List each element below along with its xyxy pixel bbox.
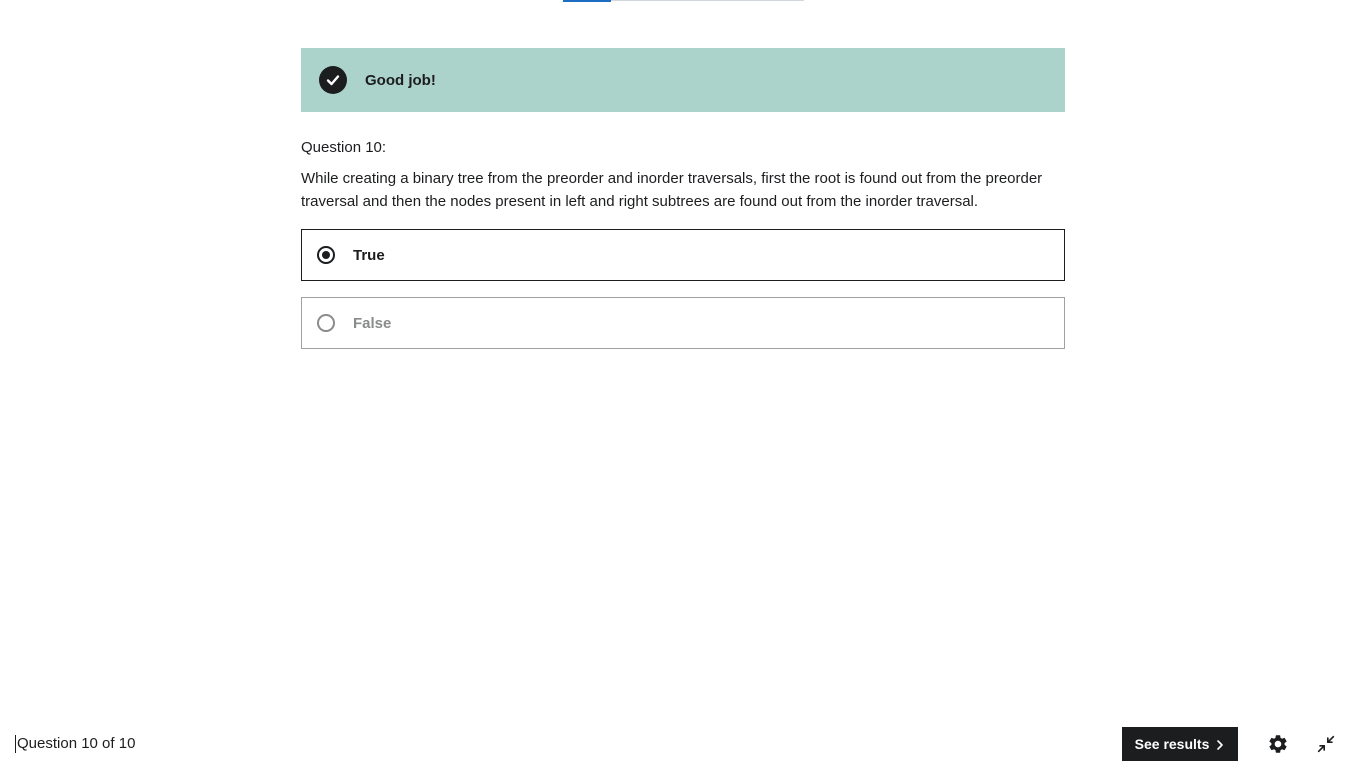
- check-circle-icon: [319, 66, 347, 94]
- see-results-button[interactable]: See results: [1122, 727, 1238, 761]
- progress-fill: [563, 0, 612, 2]
- answer-label: False: [353, 314, 392, 332]
- see-results-label: See results: [1134, 736, 1210, 752]
- answer-list: True False: [301, 229, 1065, 349]
- gear-icon[interactable]: [1266, 732, 1290, 756]
- radio-unselected-icon[interactable]: [317, 314, 335, 332]
- feedback-message: Good job!: [365, 71, 436, 89]
- quiz-page: Good job! Question 10: While creating a …: [0, 0, 1366, 768]
- answer-option-false[interactable]: False: [301, 297, 1065, 349]
- question-counter: Question 10 of 10: [15, 735, 136, 753]
- question-number: Question 10:: [301, 139, 387, 156]
- collapse-icon[interactable]: [1314, 732, 1338, 756]
- chevron-right-icon: [1215, 738, 1225, 750]
- answer-label: True: [353, 246, 385, 264]
- answer-option-true[interactable]: True: [301, 229, 1065, 281]
- radio-selected-icon[interactable]: [317, 246, 335, 264]
- quiz-content: Good job! Question 10: While creating a …: [301, 48, 1065, 365]
- question-text: While creating a binary tree from the pr…: [301, 170, 1043, 210]
- feedback-banner: Good job!: [301, 48, 1065, 112]
- progress-track: [563, 0, 804, 2]
